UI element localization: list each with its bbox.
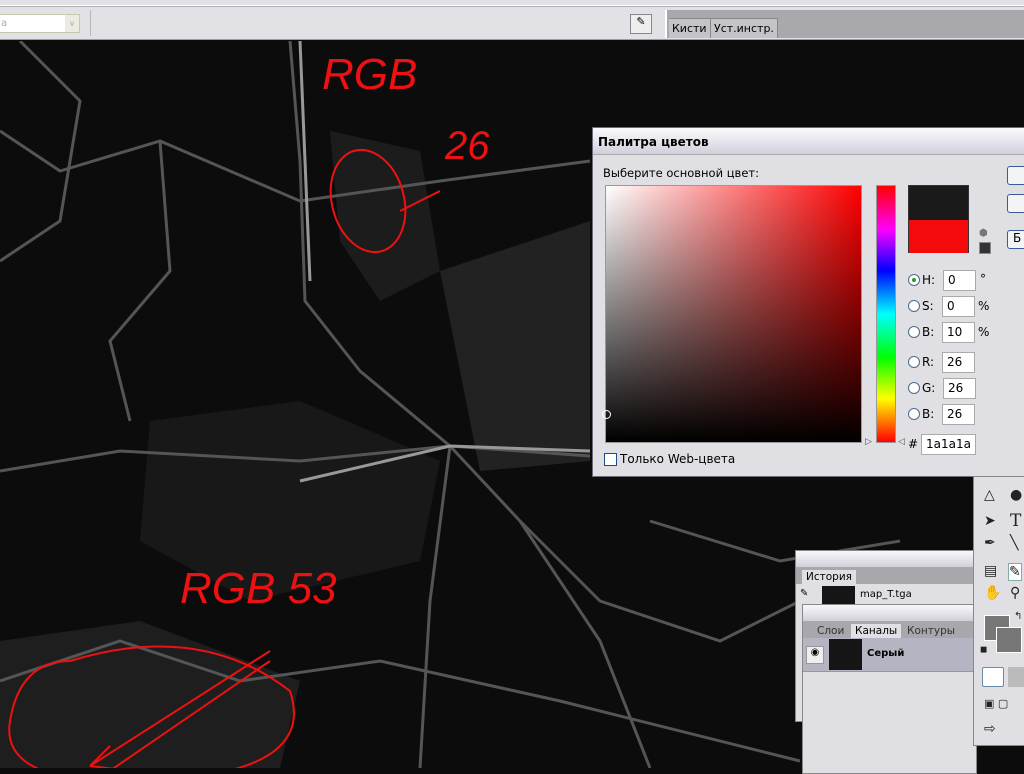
options-bar: а ∨ ✎ Кисти Уст.инстр.	[0, 0, 1024, 40]
preset-combo[interactable]: а ∨	[0, 14, 80, 33]
toolbox: △ ● ➤ T ✒ ╲ ▤ ✎ ✋ ⚲ ↰ ◼ ▣ ▢ ⇨	[973, 476, 1024, 746]
h-input[interactable]: 0	[943, 270, 976, 291]
radio-s[interactable]	[908, 300, 920, 312]
ok-button[interactable]	[1007, 166, 1024, 185]
default-colors-icon[interactable]: ◼	[980, 645, 987, 655]
web-only-checkbox[interactable]	[604, 453, 617, 466]
label-r: R:	[922, 355, 935, 369]
label-s: S:	[922, 299, 934, 313]
swatches-button[interactable]: Б	[1007, 230, 1024, 249]
type-tool-icon[interactable]: T	[1010, 511, 1021, 531]
line-tool-icon[interactable]: ╲	[1010, 535, 1018, 551]
file-browser-icon[interactable]: ✎	[630, 14, 652, 34]
screen-mode-icon[interactable]: ▣ ▢	[984, 697, 1008, 710]
label-h: H:	[922, 273, 936, 287]
color-swatch	[908, 185, 969, 253]
web-safe-swatch[interactable]	[979, 242, 991, 254]
burn-tool-icon[interactable]: ●	[1010, 487, 1022, 503]
hex-label: #	[908, 437, 919, 451]
label-b-hsb: B:	[922, 325, 935, 339]
zoom-tool-icon[interactable]: ⚲	[1010, 585, 1020, 601]
web-only-label: Только Web-цвета	[620, 452, 736, 466]
cancel-button[interactable]	[1007, 194, 1024, 213]
hand-tool-icon[interactable]: ✋	[984, 585, 1001, 601]
notes-tool-icon[interactable]: ▤	[984, 563, 997, 579]
hue-slider[interactable]	[876, 185, 896, 443]
channel-name: Серый	[867, 648, 905, 659]
slider-arrow-right-icon[interactable]: ◁	[898, 437, 905, 447]
label-b-rgb: B:	[922, 407, 935, 421]
label-g: G:	[922, 381, 936, 395]
channels-titlebar[interactable]	[803, 605, 976, 622]
eye-icon[interactable]: ◉	[806, 646, 824, 664]
history-item-label: map_T.tga	[860, 589, 912, 600]
tab-layers[interactable]: Слои	[813, 624, 848, 638]
slider-arrow-left-icon[interactable]: ▷	[865, 437, 872, 447]
chevron-down-icon[interactable]: ∨	[65, 15, 79, 32]
palette-well: Кисти Уст.инстр.	[665, 10, 1024, 38]
eyedropper-tool-icon[interactable]: ✎	[1008, 563, 1022, 581]
annotation-rgb-53: RGB 53	[180, 564, 337, 613]
background-color-swatch[interactable]	[996, 627, 1022, 653]
channel-row[interactable]: ◉ Серый	[803, 638, 976, 672]
swap-colors-icon[interactable]: ↰	[1014, 611, 1022, 622]
separator	[90, 10, 91, 36]
menu-divider	[0, 5, 1024, 7]
combo-value: а	[1, 18, 8, 29]
b-rgb-input[interactable]: 26	[942, 404, 975, 425]
tab-paths[interactable]: Контуры	[903, 624, 959, 638]
radio-h[interactable]	[908, 274, 920, 286]
b-hsb-input[interactable]: 10	[942, 322, 975, 343]
unit-pct-s: %	[978, 299, 990, 313]
swatches-button-label: Б	[1013, 231, 1022, 245]
selection-arrow-icon[interactable]: ➤	[984, 513, 996, 529]
s-input[interactable]: 0	[942, 296, 975, 317]
history-item[interactable]: ✎ map_T.tga	[796, 584, 974, 606]
dialog-title: Палитра цветов	[593, 128, 1024, 155]
quickmask-mode-button[interactable]	[1008, 667, 1024, 687]
new-color-swatch	[909, 186, 968, 220]
g-input[interactable]: 26	[943, 378, 976, 399]
radio-b-rgb[interactable]	[908, 408, 920, 420]
channels-tabs: Слои Каналы Контуры	[803, 622, 976, 638]
radio-b-hsb[interactable]	[908, 326, 920, 338]
history-brush-icon[interactable]: ✎	[800, 588, 808, 599]
unit-pct-b: %	[978, 325, 990, 339]
hex-input[interactable]: 1a1a1a	[921, 434, 976, 455]
color-field-cursor[interactable]	[602, 410, 611, 419]
history-tabs: История	[796, 568, 974, 584]
cube-icon[interactable]: ⬢	[979, 228, 988, 239]
jump-to-imageready-icon[interactable]: ⇨	[984, 721, 996, 737]
history-thumbnail	[822, 586, 855, 606]
tab-history[interactable]: История	[802, 570, 856, 584]
channels-panel: Слои Каналы Контуры ◉ Серый	[802, 604, 977, 774]
pen-tool-icon[interactable]: ✒	[984, 535, 996, 551]
standard-mode-button[interactable]	[982, 667, 1004, 687]
annotation-rgb: RGB	[322, 50, 417, 99]
radio-g[interactable]	[908, 382, 920, 394]
unit-deg: °	[980, 272, 986, 286]
channel-thumbnail	[829, 639, 862, 670]
tab-channels[interactable]: Каналы	[851, 624, 902, 638]
well-tab-brushes[interactable]: Кисти	[669, 18, 711, 38]
r-input[interactable]: 26	[942, 352, 975, 373]
color-field[interactable]	[602, 185, 862, 443]
old-color-swatch[interactable]	[909, 220, 968, 253]
history-titlebar[interactable]	[796, 551, 974, 568]
picker-prompt: Выберите основной цвет:	[603, 166, 759, 180]
annotation-value-26: 26	[444, 124, 490, 168]
well-tab-tool-presets[interactable]: Уст.инстр.	[711, 18, 778, 38]
radio-r[interactable]	[908, 356, 920, 368]
triangle-tool-icon[interactable]: △	[984, 487, 995, 503]
